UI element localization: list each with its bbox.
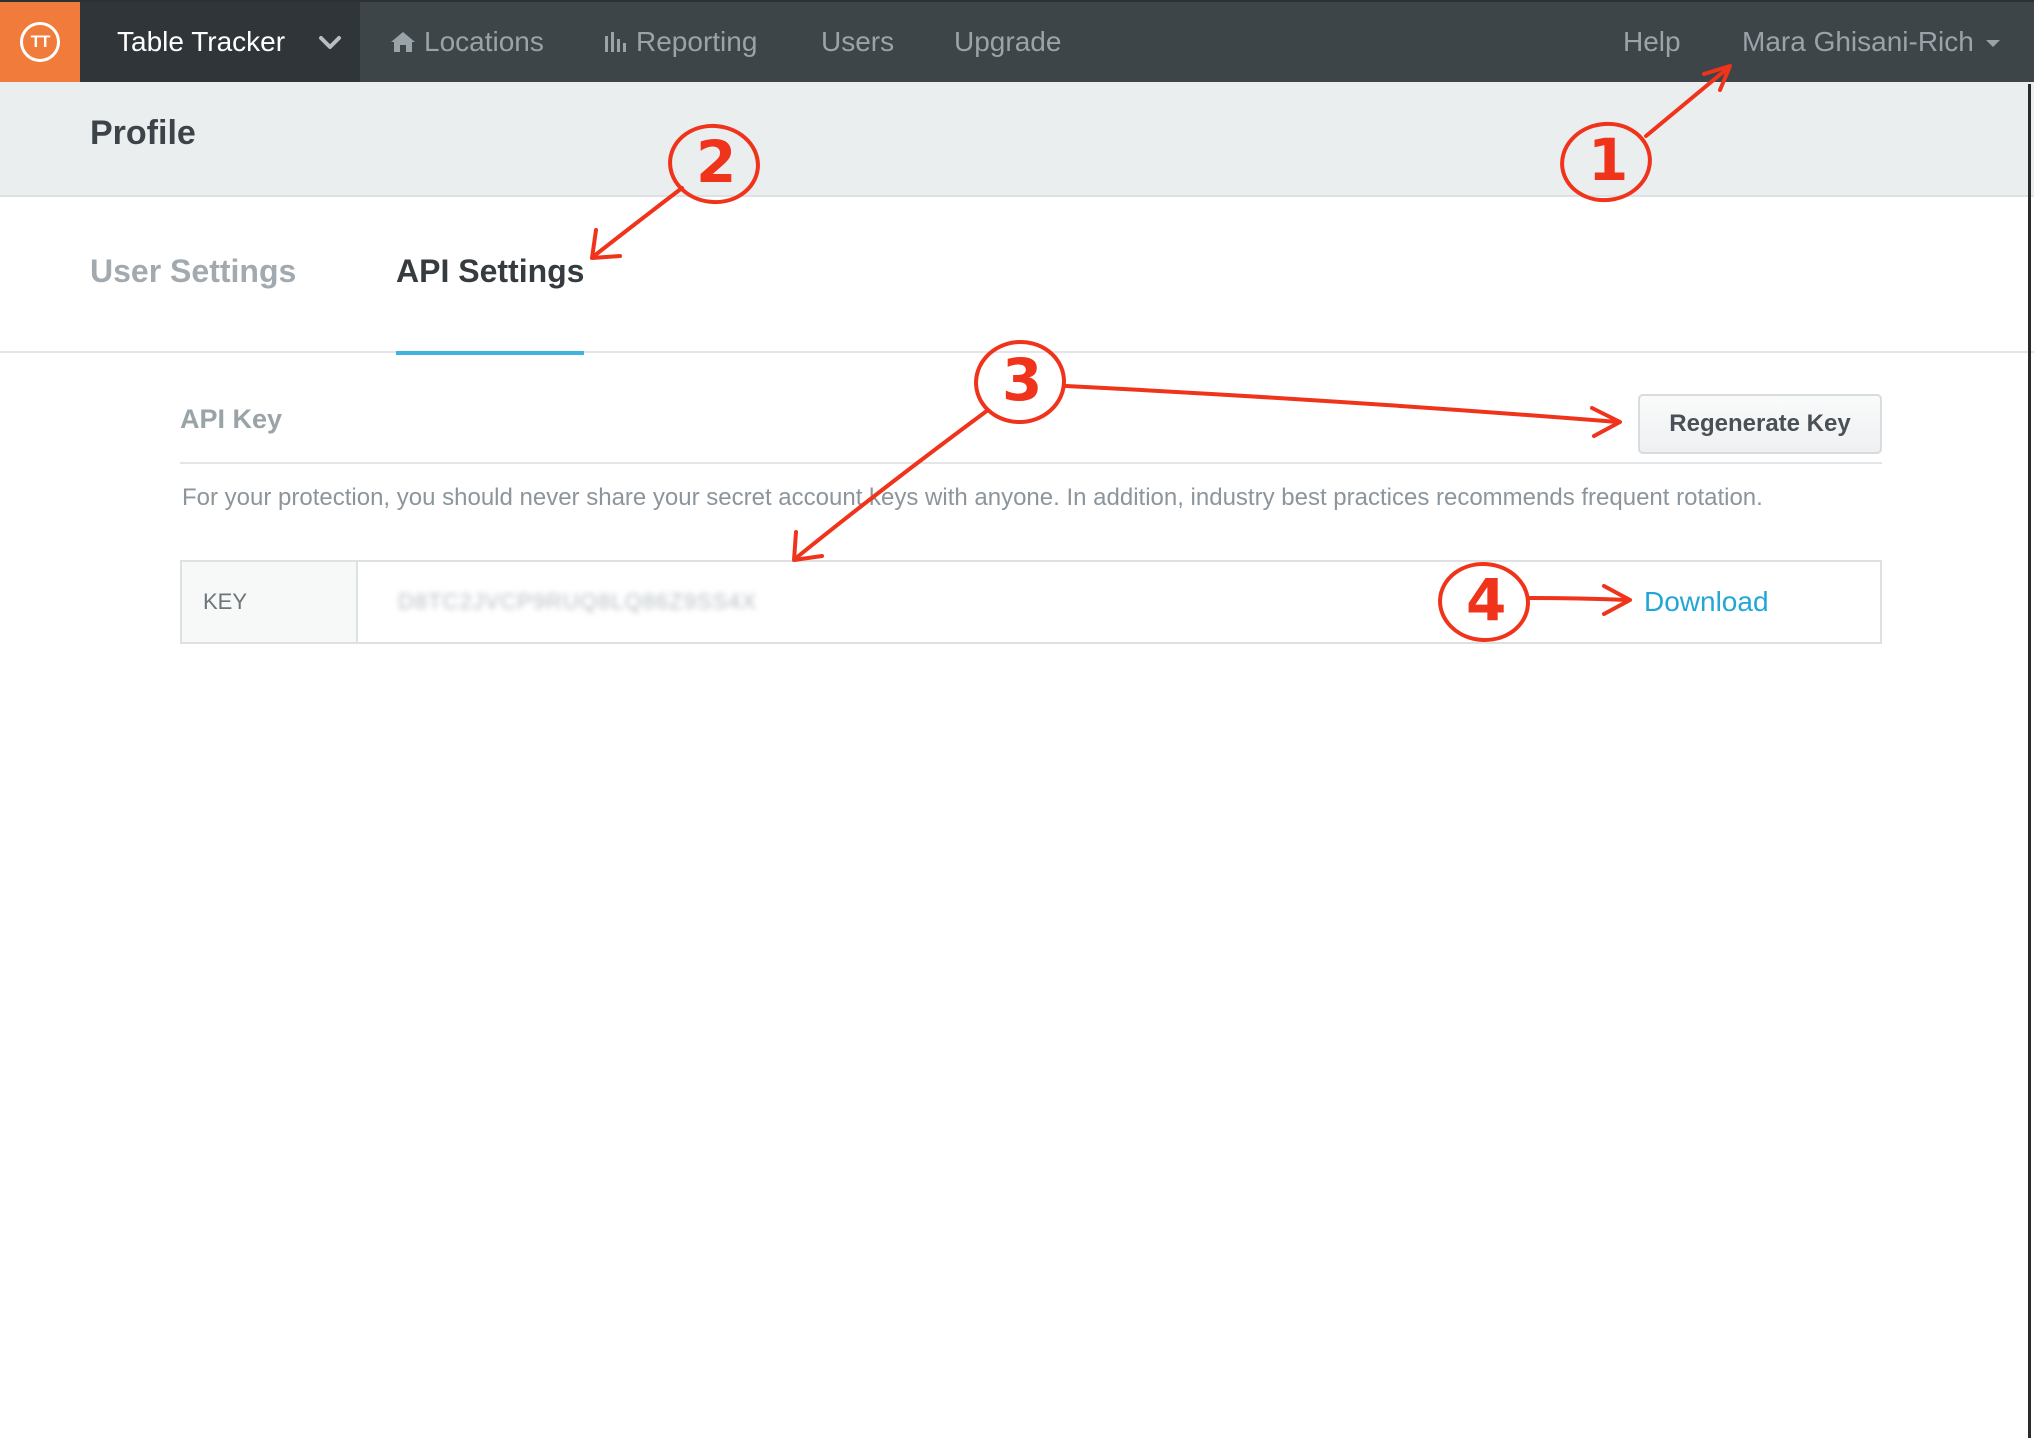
api-key-help-text: For your protection, you should never sh… — [182, 484, 1763, 511]
app-switcher[interactable]: Table Tracker — [80, 2, 360, 82]
nav-upgrade-label: Upgrade — [954, 26, 1062, 57]
bar-chart-icon — [605, 32, 626, 52]
app-name: Table Tracker — [117, 26, 286, 57]
page-title: Profile — [90, 114, 196, 152]
nav-locations-label: Locations — [424, 26, 544, 57]
api-key-value[interactable]: D8TC2JVCP9RUQ8LQ86Z9SS4X — [398, 562, 757, 642]
annotation-number-4: 4 — [1466, 566, 1507, 634]
home-icon — [391, 32, 415, 52]
nav-help-label: Help — [1623, 26, 1681, 57]
tab-user-settings[interactable]: User Settings — [90, 253, 296, 290]
regenerate-key-button[interactable]: Regenerate Key — [1638, 394, 1882, 454]
caret-down-icon — [1985, 40, 2000, 47]
download-link[interactable]: Download — [1644, 562, 1769, 642]
nav-locations[interactable]: Locations — [390, 2, 544, 82]
annotation-number-1: 1 — [1588, 126, 1629, 194]
annotation-arrow-3a — [1064, 384, 1620, 424]
active-tab-indicator — [396, 351, 584, 355]
section-divider — [180, 462, 1882, 464]
tab-api-settings[interactable]: API Settings — [396, 253, 584, 290]
chevron-down-icon — [319, 36, 341, 49]
settings-tabs: User Settings API Settings — [0, 197, 2034, 353]
api-key-row: KEY D8TC2JVCP9RUQ8LQ86Z9SS4X Download — [180, 560, 1882, 644]
api-key-section-label: API Key — [180, 404, 283, 434]
nav-reporting[interactable]: Reporting — [604, 2, 757, 82]
logo-mark: TT — [20, 22, 60, 62]
nav-help[interactable]: Help — [1623, 2, 1681, 82]
annotation-number-3: 3 — [1002, 346, 1043, 414]
nav-reporting-label: Reporting — [636, 26, 758, 57]
app-logo[interactable]: TT — [0, 2, 80, 82]
page-header: Profile — [0, 82, 2034, 197]
top-nav-bar: TT Table Tracker Locations Reporting Use… — [0, 0, 2034, 82]
nav-upgrade[interactable]: Upgrade — [954, 2, 1061, 82]
nav-users-label: Users — [821, 26, 895, 57]
annotation-number-2: 2 — [696, 128, 737, 196]
window-edge — [2028, 84, 2031, 1438]
user-name: Mara Ghisani-Rich — [1742, 26, 1974, 57]
user-menu[interactable]: Mara Ghisani-Rich — [1742, 2, 2000, 82]
nav-users[interactable]: Users — [821, 2, 894, 82]
key-field-label: KEY — [182, 562, 358, 642]
